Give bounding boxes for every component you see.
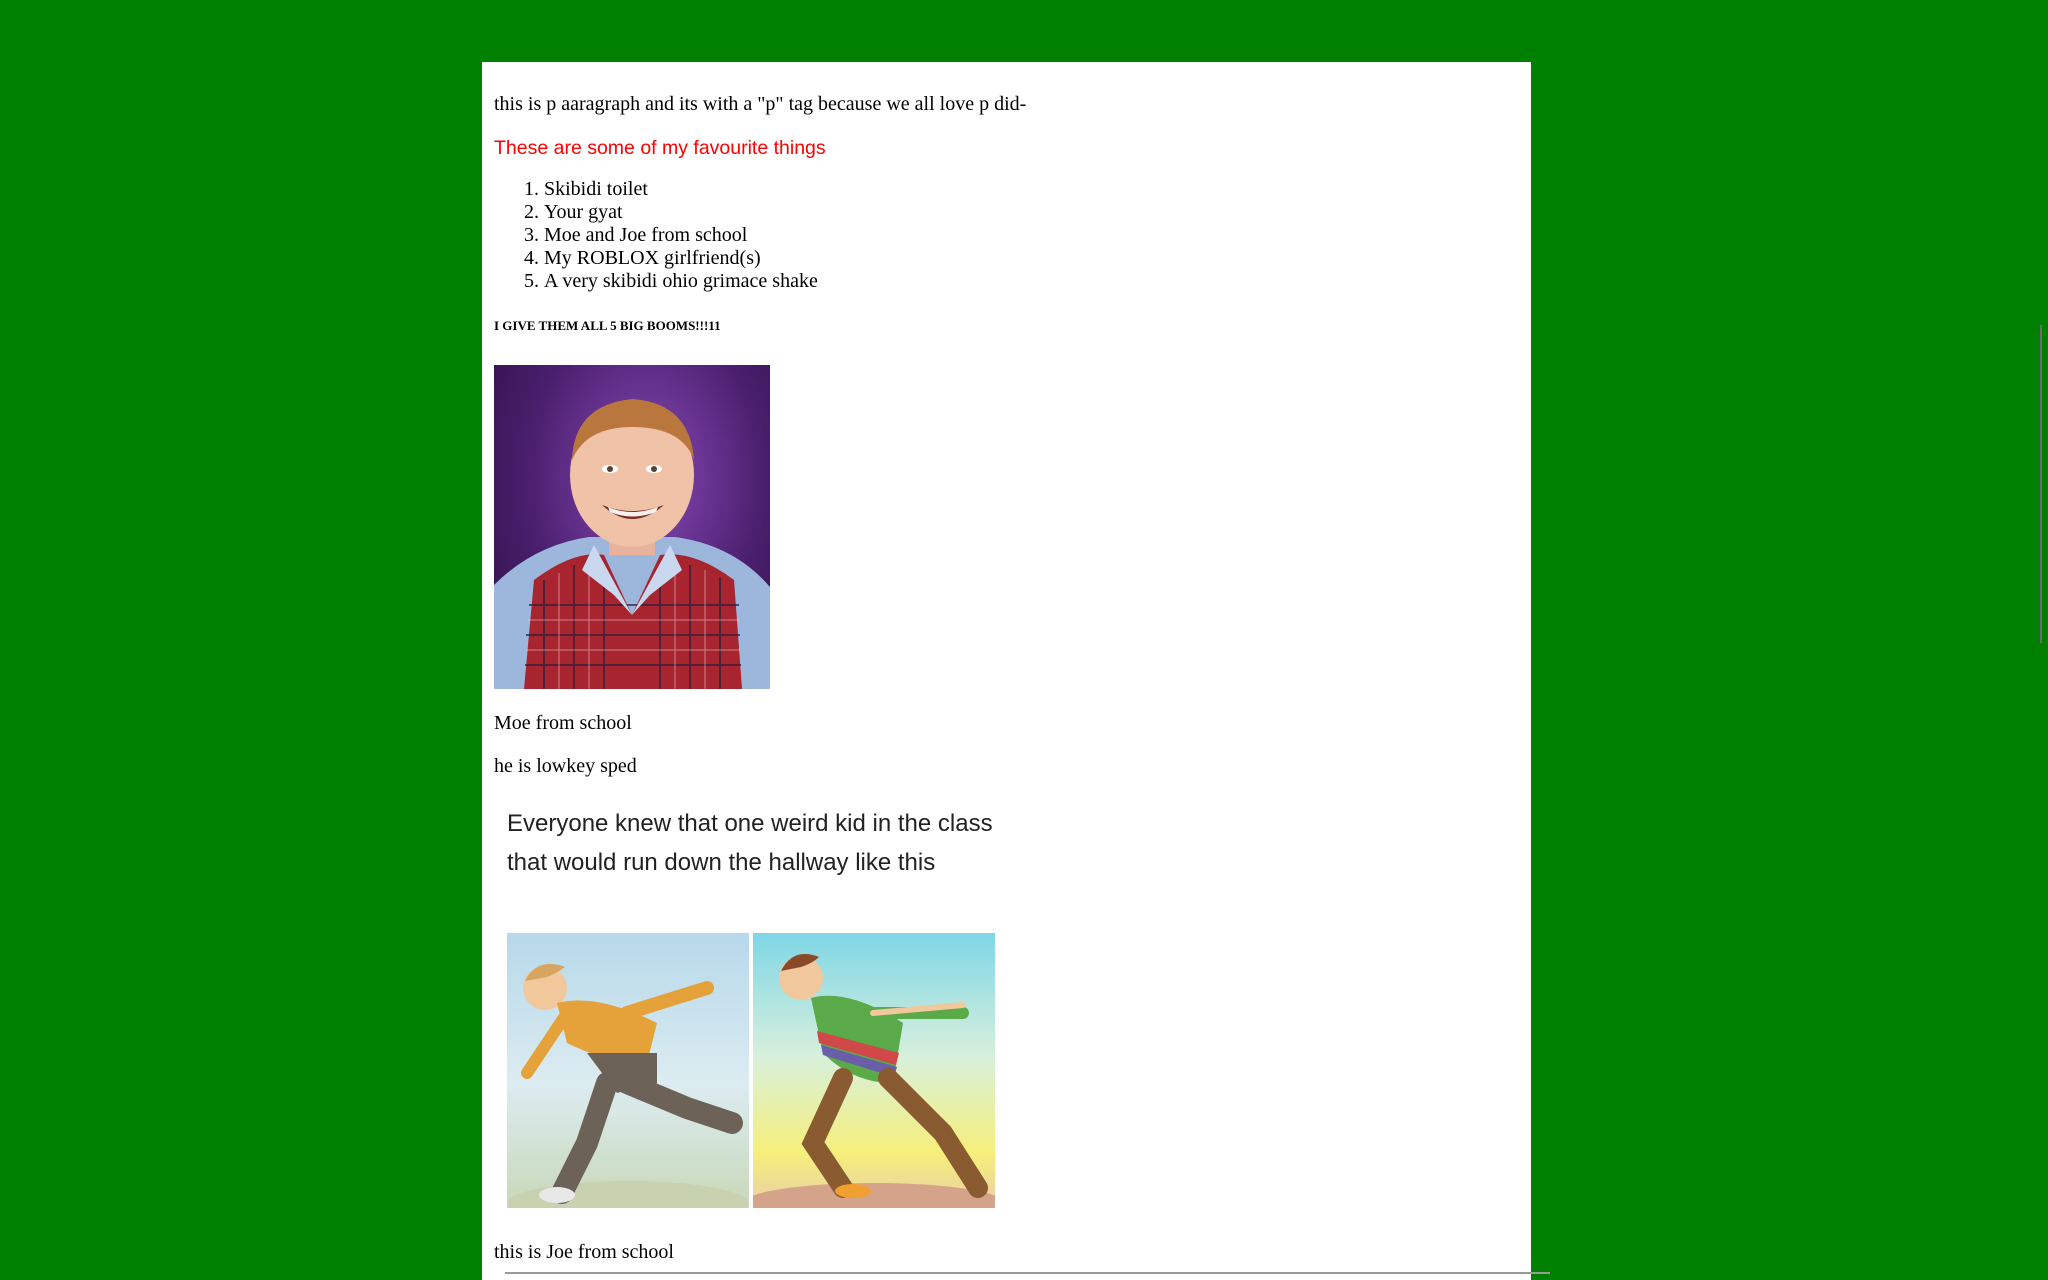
intro-paragraph: this is p aaragraph and its with a "p" t… xyxy=(494,93,1027,115)
moe-caption: Moe from school xyxy=(494,712,632,734)
horizontal-rule xyxy=(505,1272,1550,1274)
running-kid-illustration xyxy=(753,954,995,1208)
list-item: Moe and Joe from school xyxy=(544,224,1531,247)
list-item: A very skibidi ohio grimace shake xyxy=(544,270,1531,293)
scrollbar-thumb[interactable] xyxy=(2040,325,2042,643)
moe-photo-illustration xyxy=(494,399,770,689)
list-item: Skibidi toilet xyxy=(544,178,1531,201)
running-kid-illustration xyxy=(508,964,748,1208)
list-item: Your gyat xyxy=(544,201,1531,224)
meme-panel-left xyxy=(507,933,749,1208)
joe-caption: this is Joe from school xyxy=(494,1241,674,1263)
content-panel: this is p aaragraph and its with a "p" t… xyxy=(482,62,1531,1280)
booms-heading: I GIVE THEM ALL 5 BIG BOOMS!!!11 xyxy=(494,318,721,333)
hallway-meme-image: Everyone knew that one weird kid in the … xyxy=(494,798,1006,1216)
meme-panel-right xyxy=(753,933,995,1208)
list-item: My ROBLOX girlfriend(s) xyxy=(544,247,1531,270)
meme-text: Everyone knew that one weird kid in the … xyxy=(507,810,993,876)
favourites-list: Skibidi toilet Your gyat Moe and Joe fro… xyxy=(494,178,1531,293)
moe-subcaption: he is lowkey sped xyxy=(494,755,637,777)
favourites-heading: These are some of my favourite things xyxy=(494,137,826,159)
moe-photo xyxy=(494,365,770,689)
